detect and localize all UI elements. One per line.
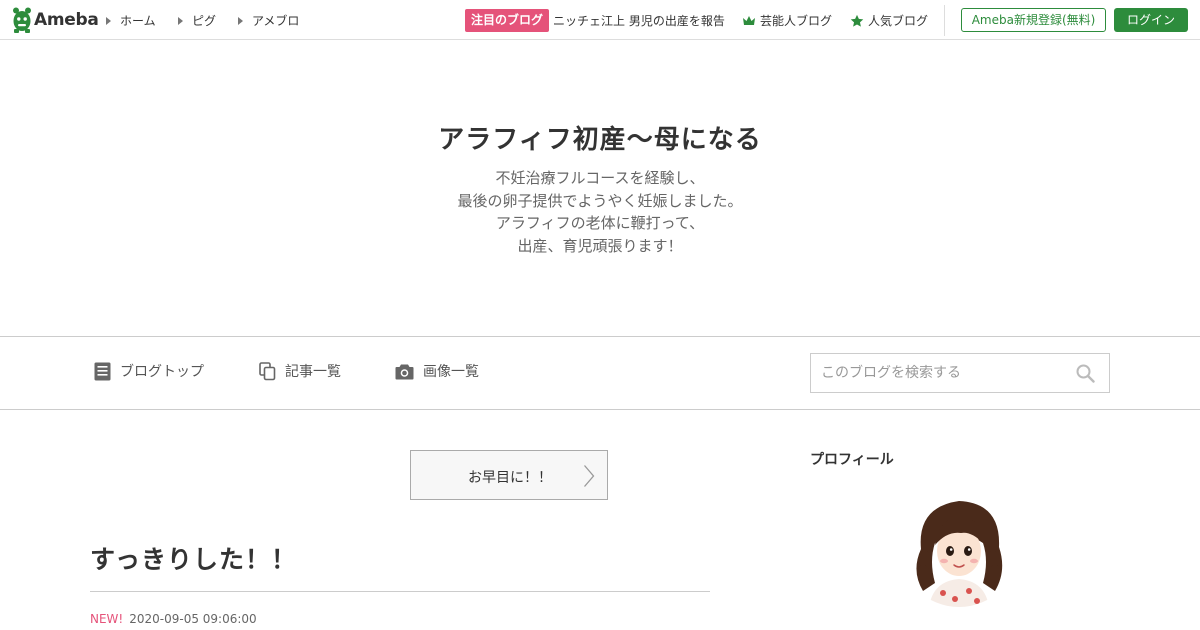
triangle-right-icon xyxy=(238,16,243,25)
nav-ameblo-label: アメブロ xyxy=(252,14,300,28)
celebrity-blog-link[interactable]: 芸能人ブログ xyxy=(742,12,832,29)
blog-navigation: ブログトップ 記事一覧 画像一覧 xyxy=(0,336,1200,410)
featured-blog-badge: 注目のブログ xyxy=(465,9,550,32)
nav-pigg-label: ピグ xyxy=(192,14,217,28)
next-entry-button[interactable]: お早目に！！ xyxy=(410,450,608,500)
blog-description-line: アラフィフの老体に鞭打って、 xyxy=(495,214,705,232)
chevron-right-icon xyxy=(584,465,595,487)
blog-top-label: ブログトップ xyxy=(120,364,204,380)
profile-heading: プロフィール xyxy=(810,452,894,468)
popular-blog-label: 人気ブログ xyxy=(868,14,929,28)
image-list-link[interactable]: 画像一覧 xyxy=(395,361,479,381)
logo-text: Ameba xyxy=(34,10,99,30)
featured-headline-link[interactable]: ニッチェ江上 男児の出産を報告 xyxy=(553,12,725,29)
blog-title[interactable]: アラフィフ初産～母になる xyxy=(0,119,1200,156)
entry-divider xyxy=(90,591,710,592)
nav-pigg-link[interactable]: ピグ xyxy=(178,12,216,29)
document-icon xyxy=(94,362,111,380)
entry-list-label: 記事一覧 xyxy=(285,364,341,380)
star-icon xyxy=(850,14,864,27)
search-input[interactable] xyxy=(811,354,1081,392)
blog-description: 不妊治療フルコースを経験し、 最後の卵子提供でようやく妊娠しました。 アラフィフ… xyxy=(0,167,1200,257)
blog-description-line: 出産、育児頑張ります！ xyxy=(517,236,683,255)
ameba-logo[interactable]: Ameba xyxy=(12,7,99,33)
entry-title[interactable]: すっきりした！！ xyxy=(90,540,297,576)
blog-description-line: 最後の卵子提供でようやく妊娠しました。 xyxy=(457,191,743,210)
header-divider xyxy=(944,5,945,36)
nav-home-label: ホーム xyxy=(120,14,156,28)
crown-icon xyxy=(743,16,755,25)
copy-icon xyxy=(259,361,276,380)
avatar-illustration xyxy=(916,501,1003,607)
triangle-right-icon xyxy=(106,16,111,25)
profile-avatar[interactable] xyxy=(899,487,1019,607)
entry-datetime: 2020-09-05 09:06:00 xyxy=(129,612,257,626)
nav-home-link[interactable]: ホーム xyxy=(106,12,156,29)
triangle-right-icon xyxy=(178,16,183,25)
new-badge: NEW! xyxy=(90,612,124,626)
register-button[interactable]: Ameba新規登録(無料) xyxy=(961,8,1106,32)
popular-blog-link[interactable]: 人気ブログ xyxy=(850,12,928,29)
login-button[interactable]: ログイン xyxy=(1114,8,1188,32)
search-icon[interactable] xyxy=(1076,364,1095,383)
camera-icon xyxy=(395,364,414,379)
nav-ameblo-link[interactable]: アメブロ xyxy=(238,12,299,29)
next-entry-label: お早目に！！ xyxy=(468,470,552,486)
celebrity-blog-label: 芸能人ブログ xyxy=(760,14,833,28)
ameba-mascot-icon xyxy=(13,7,31,33)
entry-meta: NEW! 2020-09-05 09:06:00 xyxy=(90,612,257,626)
entry-list-link[interactable]: 記事一覧 xyxy=(259,361,341,381)
blog-description-line: 不妊治療フルコースを経験し、 xyxy=(495,169,705,187)
blog-top-link[interactable]: ブログトップ xyxy=(94,361,204,381)
global-header: Ameba ホーム ピグ アメブロ 注目のブログ ニッチェ江上 男児の出産を報告… xyxy=(0,0,1200,40)
blog-search xyxy=(810,353,1110,393)
image-list-label: 画像一覧 xyxy=(423,364,479,380)
